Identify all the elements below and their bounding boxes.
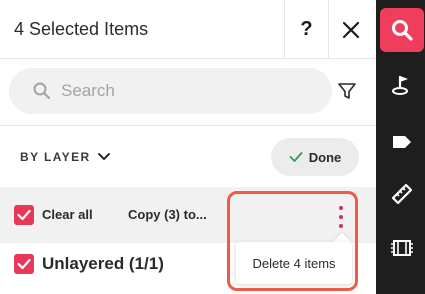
chevron-down-icon	[97, 153, 110, 160]
clear-all-checkbox[interactable]	[14, 205, 34, 225]
tool-search[interactable]	[380, 8, 424, 52]
layer-label[interactable]: Unlayered (1/1)	[42, 254, 164, 274]
highlight-annotation	[227, 191, 358, 291]
search-bar	[9, 68, 332, 114]
group-by-dropdown[interactable]: BY LAYER	[20, 148, 111, 166]
tool-film[interactable]	[380, 226, 424, 270]
clear-all-button[interactable]: Clear all	[42, 207, 93, 222]
done-button[interactable]: Done	[271, 138, 359, 176]
group-by-label: BY LAYER	[20, 150, 91, 164]
checkmark-icon	[17, 258, 31, 270]
close-button[interactable]	[328, 0, 372, 59]
tag-icon	[393, 136, 411, 148]
map-pin-icon	[392, 76, 408, 95]
copy-to-button[interactable]: Copy (3) to...	[128, 207, 207, 222]
panel-header: 4 Selected Items ?	[0, 0, 376, 59]
question-mark-icon: ?	[300, 18, 313, 40]
search-input[interactable]	[61, 78, 311, 104]
right-toolbar	[376, 0, 425, 294]
close-icon	[342, 21, 359, 38]
layer-checkbox[interactable]	[14, 254, 34, 274]
search-icon	[33, 82, 51, 100]
filter-button[interactable]	[336, 80, 358, 102]
tool-ruler[interactable]	[380, 172, 424, 216]
checkmark-icon	[17, 209, 31, 221]
tool-map-pin[interactable]	[380, 64, 424, 108]
checkmark-icon	[289, 152, 303, 162]
search-icon	[392, 20, 413, 41]
ruler-icon	[391, 183, 413, 205]
done-label: Done	[308, 149, 342, 165]
divider	[0, 125, 376, 126]
help-button[interactable]: ?	[284, 0, 328, 59]
filter-icon	[338, 83, 356, 99]
tool-tag[interactable]	[380, 120, 424, 164]
film-icon	[391, 240, 413, 256]
page-title: 4 Selected Items	[14, 19, 149, 39]
